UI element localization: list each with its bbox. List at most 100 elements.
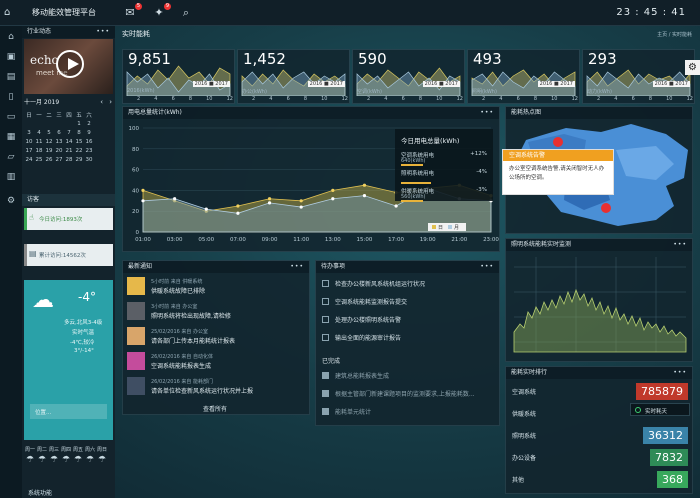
calendar-day[interactable]: 23 xyxy=(84,146,94,155)
calendar-day[interactable] xyxy=(24,119,34,128)
calendar-day[interactable]: 26 xyxy=(44,155,54,164)
more-icon[interactable]: ••• xyxy=(480,261,494,273)
calendar-day[interactable]: 13 xyxy=(54,137,64,146)
stat-card[interactable]: 493 照明(kWh) 2016 ■ 2017 2 4 6 8 10 12 xyxy=(467,49,580,104)
data-point[interactable] xyxy=(236,211,240,215)
calendar-day[interactable]: 14 xyxy=(64,137,74,146)
data-point[interactable] xyxy=(236,204,240,208)
calendar-day[interactable]: 10 xyxy=(24,137,34,146)
calendar-day[interactable]: 5 xyxy=(44,128,54,137)
calendar-day[interactable]: 7 xyxy=(64,128,74,137)
calendar-day[interactable]: 12 xyxy=(44,137,54,146)
mail-icon[interactable]: ✉ 5 xyxy=(122,3,142,21)
todo-checkbox[interactable] xyxy=(322,298,329,305)
todo-item[interactable]: 输出全面的能源审计报告 xyxy=(322,333,401,345)
calendar-day[interactable]: 22 xyxy=(74,146,84,155)
breadcrumb[interactable]: 主页 / 实时能耗 xyxy=(657,31,692,38)
todo-item[interactable]: 检查办公楼新风系统机组运行状况 xyxy=(322,279,425,291)
todo-item[interactable]: 空调系统能耗监测报告提交 xyxy=(322,297,407,309)
data-point[interactable] xyxy=(267,201,272,205)
alert-popup[interactable]: 空调系统告警 办公室空调系统告警,请关闭智时无人办公场所的空调。 xyxy=(502,149,614,195)
todo-checkbox[interactable] xyxy=(322,334,329,341)
home-nav-icon[interactable]: ⌂ xyxy=(3,30,19,44)
settings-icon[interactable]: ⚙ xyxy=(685,60,700,75)
done-item[interactable]: 建筑总能耗报表生成 xyxy=(322,371,389,383)
location-input[interactable]: 位置... xyxy=(30,404,107,419)
calendar-day[interactable]: 4 xyxy=(34,128,44,137)
todo-item[interactable]: 处理办公楼照明系统告警 xyxy=(322,315,401,327)
map-pin-red[interactable] xyxy=(553,137,563,147)
ranking-item[interactable]: 照明系统 36312 xyxy=(510,427,688,445)
data-point[interactable] xyxy=(173,197,177,201)
data-point[interactable] xyxy=(299,205,303,209)
folder-nav-icon[interactable]: ▱ xyxy=(3,150,19,164)
system-functions-link[interactable]: 系统功能 xyxy=(28,488,52,497)
calendar-day[interactable]: 24 xyxy=(24,155,34,164)
calendar-day[interactable]: 17 xyxy=(24,146,34,155)
ranking-item[interactable]: 其他 368 xyxy=(510,471,688,489)
calendar-day[interactable]: 25 xyxy=(34,155,44,164)
data-point[interactable] xyxy=(331,188,335,192)
todo-checkbox[interactable] xyxy=(322,280,329,287)
done-checkbox[interactable] xyxy=(322,390,329,397)
calendar-day[interactable]: 3 xyxy=(24,128,34,137)
more-icon[interactable]: ••• xyxy=(673,367,687,379)
building-nav-icon[interactable]: ▤ xyxy=(3,70,19,84)
data-point[interactable] xyxy=(362,194,367,198)
calendar-day[interactable]: 21 xyxy=(64,146,74,155)
ranking-item[interactable]: 空调系统 785879 xyxy=(510,383,688,401)
calendar-day[interactable]: 19 xyxy=(44,146,54,155)
alert-icon[interactable]: ✦ 9 xyxy=(151,3,171,21)
calendar-day[interactable] xyxy=(44,119,54,128)
notice-item[interactable]: 25/02/2016 来自 办公室 请各部门上传本月能耗统计报表 xyxy=(127,327,307,346)
grid-nav-icon[interactable]: ▦ xyxy=(3,130,19,144)
home-icon[interactable]: ⌂ xyxy=(4,6,18,20)
more-icon[interactable]: ••• xyxy=(290,261,304,273)
stat-card[interactable]: 590 空调(kWh) 2016 ■ 2017 2 4 6 8 10 12 xyxy=(352,49,465,104)
prev-month-icon[interactable]: ‹ xyxy=(100,98,103,106)
stat-card[interactable]: 1,452 办公(kWh) 2016 ■ 2017 2 4 6 8 10 12 xyxy=(237,49,350,104)
panel-nav-icon[interactable]: ▣ xyxy=(3,50,19,64)
data-point[interactable] xyxy=(299,199,303,203)
data-point[interactable] xyxy=(141,199,145,203)
calendar-day[interactable]: 30 xyxy=(84,155,94,164)
more-icon[interactable]: ••• xyxy=(480,107,494,119)
calendar-day[interactable]: 29 xyxy=(74,155,84,164)
calendar-day[interactable]: 18 xyxy=(34,146,44,155)
notice-item[interactable]: 5小时前 来自 供暖系统 供暖系统故障已排除 xyxy=(127,277,307,296)
ranking-item[interactable]: 办公设备 7832 xyxy=(510,449,688,467)
calendar-nav-icon[interactable]: ▥ xyxy=(3,170,19,184)
calendar-day[interactable] xyxy=(64,119,74,128)
settings-nav-icon[interactable]: ⚙ xyxy=(3,194,19,208)
data-point[interactable] xyxy=(362,183,367,187)
notice-item[interactable]: 26/02/2016 来自 能耗部门 请各单位检查新风系统运行状况并上报 xyxy=(127,377,307,396)
calendar-day[interactable]: 15 xyxy=(74,137,84,146)
done-checkbox[interactable] xyxy=(322,408,329,415)
view-all-link[interactable]: 查看所有 xyxy=(203,404,227,413)
notice-item[interactable]: 3小时前 来自 办公室 照明系统将检出现故障,请检修 xyxy=(127,302,307,321)
data-point[interactable] xyxy=(267,197,272,201)
calendar-day[interactable] xyxy=(54,119,64,128)
data-point[interactable] xyxy=(141,188,145,192)
stat-card[interactable]: 9,851 2016(kWh) 2016 ■ 2017 2 4 6 8 10 12 xyxy=(122,49,235,104)
done-item[interactable]: 根据主管部门新建课题项目的监测要求,上报能耗数... xyxy=(322,389,475,401)
calendar-day[interactable]: 1 xyxy=(74,119,84,128)
todo-checkbox[interactable] xyxy=(322,316,329,323)
more-icon[interactable]: ••• xyxy=(673,239,687,251)
data-point[interactable] xyxy=(394,204,398,208)
video-player[interactable]: echo meet me xyxy=(24,39,113,94)
next-month-icon[interactable]: › xyxy=(109,98,112,106)
monitor-nav-icon[interactable]: ▭ xyxy=(3,110,19,124)
calendar-day[interactable]: 6 xyxy=(54,128,64,137)
search-icon[interactable]: ⌕ xyxy=(178,5,194,21)
document-nav-icon[interactable]: ▯ xyxy=(3,90,19,104)
calendar-day[interactable]: 9 xyxy=(84,128,94,137)
stat-card[interactable]: 293 动力(kWh) 2016 ■ 2017 2 4 6 8 10 12 xyxy=(582,49,695,104)
calendar-day[interactable]: 28 xyxy=(64,155,74,164)
calendar-day[interactable]: 2 xyxy=(84,119,94,128)
data-point[interactable] xyxy=(331,197,335,201)
notice-item[interactable]: 26/02/2016 来自 自动化体 空调系统能耗报表生成 xyxy=(127,352,307,371)
calendar-day[interactable] xyxy=(34,119,44,128)
more-icon[interactable]: ••• xyxy=(96,26,110,38)
calendar-day[interactable]: 16 xyxy=(84,137,94,146)
